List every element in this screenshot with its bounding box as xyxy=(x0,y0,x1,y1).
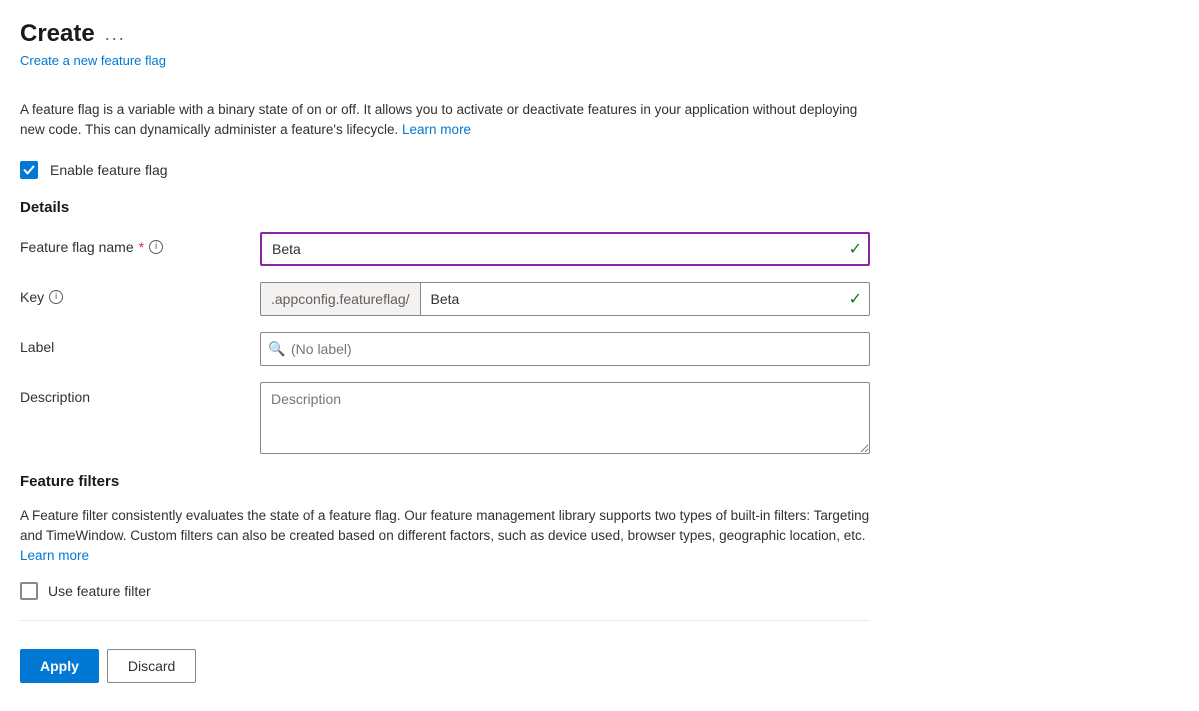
description-wrapper xyxy=(260,382,870,457)
apply-button[interactable]: Apply xyxy=(20,649,99,683)
action-divider xyxy=(20,620,870,621)
use-feature-filter-label: Use feature filter xyxy=(48,583,151,599)
description-textarea[interactable] xyxy=(260,382,870,454)
key-prefix: .appconfig.featureflag/ xyxy=(260,282,420,316)
page-description: A feature flag is a variable with a bina… xyxy=(20,100,870,141)
label-search-icon: 🔍 xyxy=(268,340,285,357)
feature-filters-section-title: Feature filters xyxy=(20,473,870,490)
key-label: Key i xyxy=(20,282,260,305)
feature-flag-name-label: Feature flag name * i xyxy=(20,232,260,255)
label-input-container: 🔍 xyxy=(260,332,870,366)
key-input[interactable] xyxy=(420,282,870,316)
key-wrapper: .appconfig.featureflag/ ✓ xyxy=(260,282,870,316)
feature-flag-name-input[interactable] xyxy=(260,232,870,266)
label-group: Label 🔍 xyxy=(20,332,870,366)
use-feature-filter-row: Use feature filter xyxy=(20,582,870,600)
use-feature-filter-checkbox[interactable] xyxy=(20,582,38,600)
details-section-title: Details xyxy=(20,199,870,216)
key-info-icon[interactable]: i xyxy=(49,290,63,304)
enable-feature-flag-checkbox[interactable] xyxy=(20,161,38,179)
ellipsis-menu-button[interactable]: ... xyxy=(105,24,126,45)
action-row: Apply Discard xyxy=(20,641,870,691)
description-label: Description xyxy=(20,382,260,405)
label-input[interactable] xyxy=(260,332,870,366)
feature-flag-name-input-container: ✓ xyxy=(260,232,870,266)
key-input-row: .appconfig.featureflag/ ✓ xyxy=(260,282,870,316)
enable-feature-flag-row: Enable feature flag xyxy=(20,161,870,179)
key-group: Key i .appconfig.featureflag/ ✓ xyxy=(20,282,870,316)
page-title: Create xyxy=(20,20,95,48)
description-learn-more-link[interactable]: Learn more xyxy=(402,122,471,137)
description-group: Description xyxy=(20,382,870,457)
feature-flag-name-check-icon: ✓ xyxy=(849,239,862,259)
key-check-icon: ✓ xyxy=(849,289,862,309)
feature-flag-name-group: Feature flag name * i ✓ xyxy=(20,232,870,266)
feature-flag-name-info-icon[interactable]: i xyxy=(149,240,163,254)
key-input-container: ✓ xyxy=(420,282,870,316)
feature-flag-name-wrapper: ✓ xyxy=(260,232,870,266)
label-label: Label xyxy=(20,332,260,355)
enable-feature-flag-label: Enable feature flag xyxy=(50,162,168,178)
title-row: Create ... xyxy=(20,20,870,48)
required-indicator: * xyxy=(139,239,144,255)
label-wrapper: 🔍 xyxy=(260,332,870,366)
subtitle-link[interactable]: Create a new feature flag xyxy=(20,53,166,68)
feature-filters-learn-more-link[interactable]: Learn more xyxy=(20,548,89,563)
feature-filters-description: A Feature filter consistently evaluates … xyxy=(20,506,870,567)
discard-button[interactable]: Discard xyxy=(107,649,196,683)
